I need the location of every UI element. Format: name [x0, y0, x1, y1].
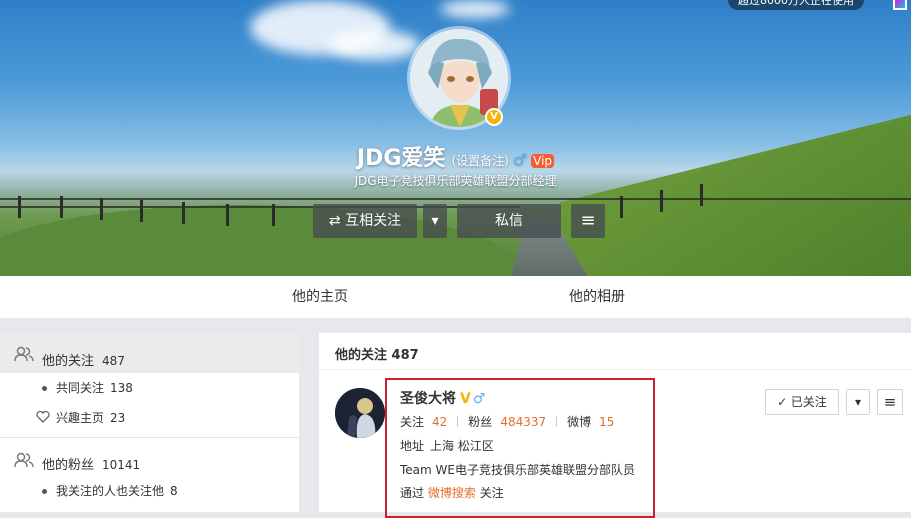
fence-post [272, 204, 275, 226]
tab-home[interactable]: 他的主页 [292, 276, 348, 318]
sidebar-item-label: 共同关注 [56, 381, 105, 395]
stat-divider [457, 416, 459, 427]
fence-post [140, 200, 143, 222]
sidebar-item-label: 他的关注 [42, 354, 95, 369]
sidebar-item-count: 23 [110, 411, 126, 425]
user-avatar[interactable] [335, 388, 385, 438]
sidebar-item-label: 他的粉丝 [42, 458, 95, 473]
vip-badge-icon[interactable]: Vip [531, 154, 555, 168]
profile-banner: 超过8000万人正在使用 V JDG爱笑 (设置备注) ♂ Vip JDG电子竞技俱乐… [0, 0, 911, 276]
user-count-badge: 超过8000万人正在使用 [728, 0, 864, 10]
sidebar-item-label: 我关注的人也关注他 [56, 484, 165, 498]
mutual-follow-button[interactable]: ⇄ 互相关注 [313, 204, 417, 238]
sidebar-item-count: 10141 [102, 458, 141, 472]
user-address: 地址 上海 松江区 [400, 437, 494, 454]
more-menu-button[interactable]: ≡ [571, 204, 605, 238]
sidebar-item-following[interactable]: 他的关注 487 [0, 333, 299, 373]
people-icon [14, 346, 34, 362]
cloud-decoration [440, 0, 510, 18]
fence-rail [0, 198, 911, 200]
profile-tab-bar: 他的主页 他的相册 [0, 276, 911, 318]
private-message-button[interactable]: 私信 [457, 204, 561, 238]
verified-badge-icon: V [485, 108, 503, 126]
sidebar-divider [0, 437, 299, 438]
address-label: 地址 [400, 439, 425, 453]
user-more-menu-button[interactable]: ≡ [877, 389, 903, 415]
sidebar-item-interest[interactable]: 兴趣主页 23 [0, 405, 299, 431]
following-list-panel: 他的关注 487 圣俊大将 V ♂ 关注 42 粉丝 484337 微博 15 地址 上海 松江… [319, 333, 911, 518]
male-gender-icon: ♂ [472, 391, 486, 407]
followed-button[interactable]: ✓ 已关注 [765, 389, 839, 415]
set-remark-link[interactable]: (设置备注) [451, 154, 508, 168]
fence-post [100, 198, 103, 220]
people-icon [14, 452, 34, 468]
user-fans-stat[interactable]: 粉丝 484337 [468, 415, 546, 429]
following-list-title: 他的关注 487 [335, 348, 419, 363]
bullet-icon [42, 489, 47, 494]
sidebar-item-count: 487 [102, 354, 125, 368]
fence-post [660, 190, 663, 212]
panel-divider [319, 369, 911, 370]
sidebar-item-known-fans[interactable]: 我关注的人也关注他 8 [0, 481, 299, 507]
follow-dropdown-button[interactable]: ▾ [423, 204, 447, 238]
fence-post [18, 196, 21, 218]
follow-source: 通过 微博搜索 关注 [400, 486, 504, 500]
sidebar-item-common-follow[interactable]: 共同关注 138 [0, 375, 299, 401]
fence-post [226, 204, 229, 226]
fence-post [620, 196, 623, 218]
profile-intro: JDG电子竞技俱乐部英雄联盟分部经理 [354, 174, 557, 188]
relation-sidebar: 他的关注 487 共同关注 138 兴趣主页 23 他的粉丝 10141 我关注的人也关… [0, 333, 299, 512]
sidebar-item-label: 兴趣主页 [56, 411, 105, 425]
male-gender-icon: ♂ [512, 150, 528, 169]
user-stats: 关注 42 粉丝 484337 微博 15 [400, 413, 614, 430]
sidebar-item-fans[interactable]: 他的粉丝 10141 [0, 447, 299, 477]
profile-name-row: JDG爱笑 (设置备注) ♂ Vip [0, 140, 911, 172]
user-weibo-stat[interactable]: 微博 15 [567, 415, 614, 429]
app-corner-icon[interactable] [893, 0, 907, 10]
profile-name: JDG爱笑 [356, 146, 446, 171]
fence-post [182, 202, 185, 224]
weibo-search-link[interactable]: 微博搜索 [428, 486, 476, 500]
bullet-icon [42, 386, 47, 391]
sidebar-item-count: 8 [170, 484, 178, 498]
verified-v-icon: V [460, 391, 471, 407]
address-value: 上海 松江区 [430, 439, 494, 453]
stat-divider [556, 416, 558, 427]
fence-post [60, 196, 63, 218]
sidebar-item-count: 138 [110, 381, 133, 395]
follow-options-dropdown[interactable]: ▾ [846, 389, 870, 415]
cloud-decoration [330, 30, 420, 60]
user-name-row: 圣俊大将 V ♂ [400, 388, 485, 408]
heart-icon [36, 411, 50, 423]
user-name-link[interactable]: 圣俊大将 [400, 391, 456, 407]
user-follow-stat[interactable]: 关注 42 [400, 415, 447, 429]
user-photo-icon [335, 388, 385, 438]
user-bio: Team WE电子竞技俱乐部英雄联盟分部队员 [400, 463, 635, 477]
tab-album[interactable]: 他的相册 [569, 276, 625, 318]
